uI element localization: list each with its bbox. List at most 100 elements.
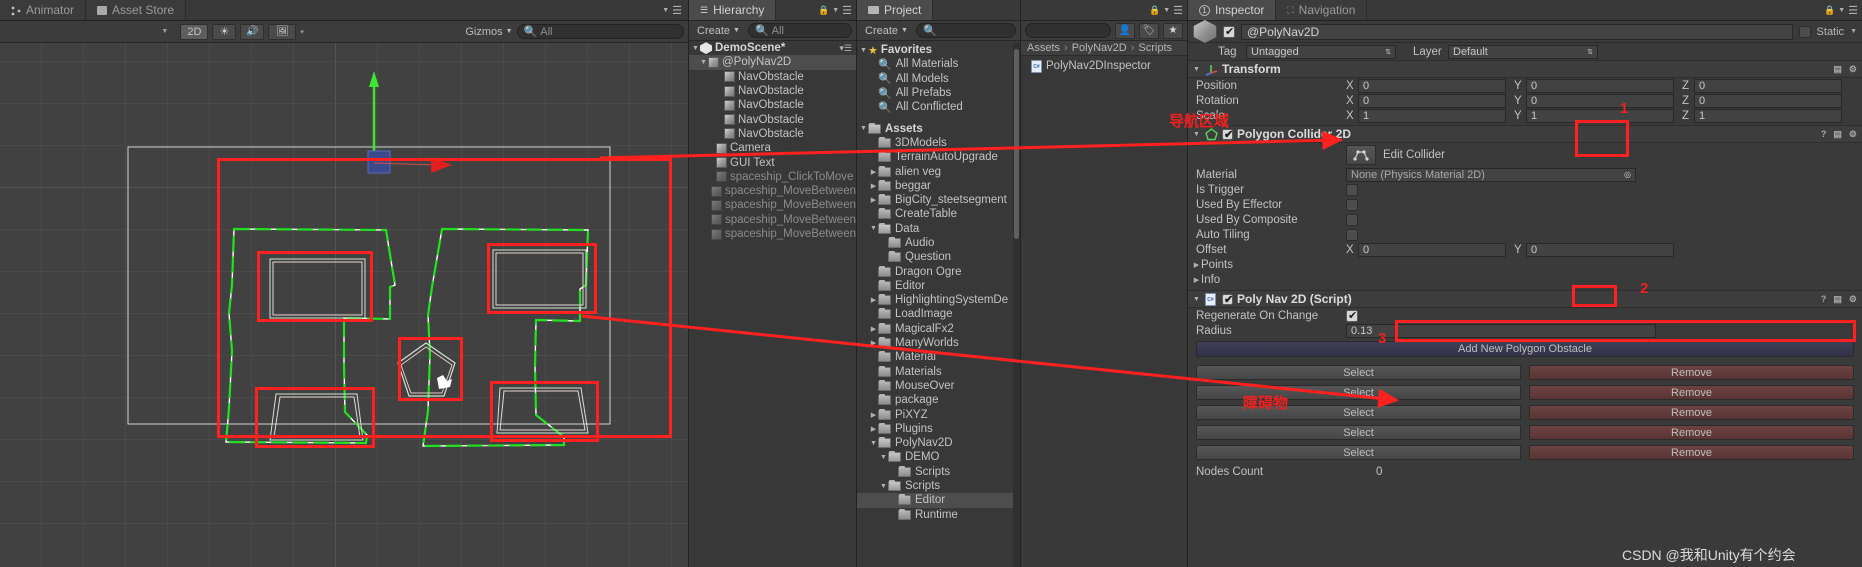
obstacle-remove-button[interactable]: Remove — [1529, 445, 1854, 460]
points-foldout[interactable]: ▶ Points — [1188, 257, 1862, 272]
panel-menu-icon[interactable]: ☰ — [1848, 4, 1858, 17]
project-tree-item[interactable]: 🔍 All Prefabs — [857, 86, 1013, 100]
chevron-down-icon[interactable]: ▼ — [691, 45, 700, 52]
help-icon[interactable]: ? — [1821, 129, 1827, 139]
auto-tiling-checkbox[interactable] — [1346, 228, 1358, 241]
project-tree-item[interactable]: Dragon Ogre — [857, 264, 1013, 278]
obstacle-remove-button[interactable]: Remove — [1529, 405, 1854, 420]
project-tree-item[interactable]: TerrainAutoUpgrade — [857, 150, 1013, 164]
project-tree-item[interactable]: package — [857, 393, 1013, 407]
chevron-down-icon[interactable]: ▼ — [1192, 66, 1201, 73]
project-files-search-input[interactable] — [1025, 23, 1111, 38]
project-tree-item[interactable]: ▶ alien veg — [857, 164, 1013, 178]
transform-scale-y-input[interactable]: 1 — [1526, 108, 1674, 123]
hierarchy-item[interactable]: NavObstacle — [689, 84, 856, 98]
chevron-down-icon[interactable]: ▼ — [1838, 7, 1845, 14]
scene-search-input[interactable]: 🔍 All — [516, 24, 684, 39]
transform-scale-x-input[interactable]: 1 — [1358, 108, 1506, 123]
transform-position-z-input[interactable]: 0 — [1694, 78, 1842, 93]
project-create-label[interactable]: Create — [865, 25, 898, 37]
project-tree-item[interactable]: Materials — [857, 365, 1013, 379]
chevron-down-icon[interactable]: ▼ — [1192, 131, 1201, 138]
project-tree[interactable]: ▼ ★ Favorites 🔍 All Materials 🔍 All Models 🔍 All… — [857, 43, 1013, 567]
obstacle-select-button[interactable]: Select — [1196, 405, 1521, 420]
project-tree-item[interactable]: MouseOver — [857, 379, 1013, 393]
project-tree-item[interactable]: ▼ DEMO — [857, 450, 1013, 464]
panel-menu-icon[interactable]: ☰ — [672, 4, 682, 17]
hierarchy-item[interactable]: GUI Text — [689, 155, 856, 169]
hierarchy-item[interactable]: spaceship_MoveBetween — [689, 184, 856, 198]
tab-navigation[interactable]: ⛶ Navigation — [1276, 0, 1368, 20]
favorite-icon-button[interactable]: ★ — [1163, 22, 1183, 39]
project-tree-item[interactable]: ▼ Data — [857, 222, 1013, 236]
project-tree-item[interactable] — [857, 114, 1013, 121]
chevron-right-icon[interactable]: ▶ — [869, 325, 878, 333]
chevron-right-icon[interactable]: ▶ — [1192, 276, 1201, 284]
audio-toggle-button[interactable]: 🔊 — [240, 23, 265, 40]
offset-y-input[interactable]: 0 — [1526, 242, 1674, 257]
transform-position-x-input[interactable]: 0 — [1358, 78, 1506, 93]
offset-x-input[interactable]: 0 — [1358, 242, 1506, 257]
hierarchy-item[interactable]: NavObstacle — [689, 70, 856, 84]
project-tree-item[interactable]: ▶ beggar — [857, 179, 1013, 193]
settings-icon[interactable]: ⚙ — [1849, 129, 1857, 140]
project-scrollbar[interactable] — [1013, 43, 1020, 567]
file-item-polynav2dinspector[interactable]: C# PolyNav2DInspector — [1021, 58, 1187, 74]
breadcrumb-item-1[interactable]: PolyNav2D — [1072, 42, 1127, 54]
preset-icon[interactable]: ▤ — [1833, 129, 1842, 140]
polynav-enabled-checkbox[interactable] — [1222, 293, 1233, 307]
obstacle-select-button[interactable]: Select — [1196, 425, 1521, 440]
static-checkbox[interactable] — [1798, 25, 1811, 38]
transform-rotation-y-input[interactable]: 0 — [1526, 93, 1674, 108]
obstacle-remove-button[interactable]: Remove — [1529, 385, 1854, 400]
project-tree-item[interactable]: Editor — [857, 493, 1013, 508]
chevron-right-icon[interactable]: ▶ — [869, 168, 878, 176]
scene-menu-icon[interactable]: ▾☰ — [839, 43, 852, 54]
label-icon-button[interactable]: 🏷 — [1139, 22, 1159, 39]
tab-inspector[interactable]: 1 Inspector — [1188, 0, 1277, 20]
chevron-down-icon[interactable]: ▼ — [859, 125, 868, 132]
hierarchy-item[interactable]: NavObstacle — [689, 127, 856, 141]
tab-asset-store[interactable]: Asset Store — [86, 0, 187, 20]
hierarchy-search-input[interactable]: 🔍 All — [747, 23, 852, 38]
project-tree-item[interactable]: ▶ ManyWorlds — [857, 336, 1013, 350]
chevron-down-icon[interactable]: ▼ — [1192, 296, 1201, 303]
used-by-composite-checkbox[interactable] — [1346, 213, 1358, 226]
object-name-field[interactable]: @PolyNav2D — [1241, 23, 1793, 40]
static-dropdown-icon[interactable]: ▼ — [1850, 28, 1857, 35]
lock-icon[interactable]: 🔒 — [818, 5, 829, 16]
project-tree-item[interactable]: Question — [857, 250, 1013, 264]
project-tree-item[interactable]: LoadImage — [857, 307, 1013, 321]
chevron-right-icon[interactable]: ▶ — [869, 339, 878, 347]
hierarchy-create-label[interactable]: Create — [697, 25, 730, 37]
obstacle-select-button[interactable]: Select — [1196, 365, 1521, 380]
chevron-down-icon[interactable]: ▼ — [733, 27, 740, 34]
project-tree-item[interactable]: ▶ HighlightingSystemDe — [857, 293, 1013, 307]
polygon-collider-enabled-checkbox[interactable] — [1222, 128, 1233, 142]
chevron-down-icon[interactable]: ▼ — [869, 440, 878, 447]
chevron-down-icon[interactable]: ▼ — [901, 27, 908, 34]
chevron-down-icon[interactable]: ▼ — [662, 7, 669, 14]
transform-scale-z-input[interactable]: 1 — [1694, 108, 1842, 123]
chevron-right-icon[interactable]: ▶ — [869, 182, 878, 190]
layer-dropdown[interactable]: Default ⇅ — [1448, 44, 1598, 59]
hierarchy-tree[interactable]: ▼ DemoScene* ▾☰ ▼ @PolyNav2D NavObstacle NavOb… — [689, 41, 856, 241]
shading-dropdown-icon[interactable]: ▼ — [161, 28, 168, 35]
chevron-down-icon[interactable]: ▼ — [832, 7, 839, 14]
project-tree-item[interactable]: Material — [857, 350, 1013, 364]
project-tree-item[interactable]: ▼ PolyNav2D — [857, 436, 1013, 450]
project-tree-item[interactable]: ▼ Scripts — [857, 479, 1013, 493]
settings-icon[interactable]: ⚙ — [1849, 294, 1857, 305]
obstacle-remove-button[interactable]: Remove — [1529, 365, 1854, 380]
gizmos-dropdown-icon[interactable]: ▼ — [506, 28, 513, 35]
project-tree-item[interactable]: 🔍 All Conflicted — [857, 100, 1013, 114]
project-tree-item[interactable]: Scripts — [857, 465, 1013, 479]
hierarchy-item[interactable]: spaceship_ClickToMove — [689, 170, 856, 184]
chevron-right-icon[interactable]: ▶ — [869, 425, 878, 433]
project-tree-item[interactable]: 🔍 All Models — [857, 72, 1013, 86]
tag-dropdown[interactable]: Untagged ⇅ — [1246, 44, 1396, 59]
preset-icon[interactable]: ▤ — [1833, 64, 1842, 75]
object-enabled-checkbox[interactable] — [1223, 25, 1235, 39]
tab-project[interactable]: Project — [857, 0, 934, 20]
project-tree-item[interactable]: ▶ PiXYZ — [857, 407, 1013, 421]
